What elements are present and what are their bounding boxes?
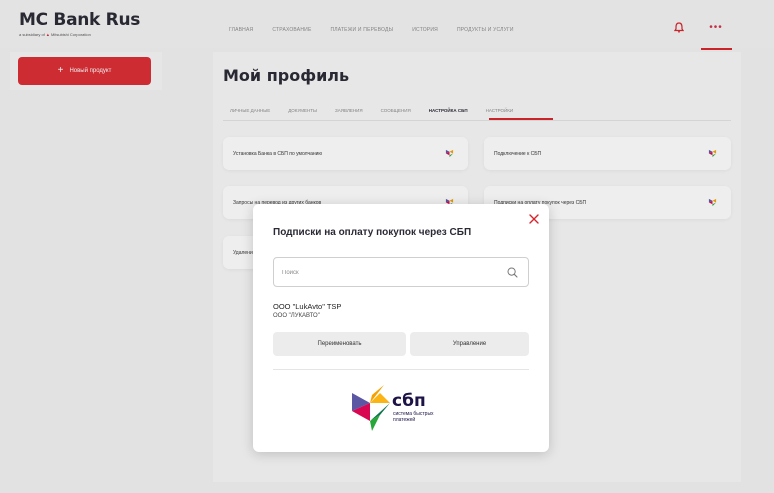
rename-button[interactable]: Переименовать bbox=[273, 332, 406, 356]
sbp-logo: сбп система быстрых платежей bbox=[352, 385, 434, 431]
search-input[interactable] bbox=[282, 266, 482, 280]
sbp-logo-sub2: платежей bbox=[393, 416, 415, 423]
manage-button[interactable]: Управление bbox=[410, 332, 529, 356]
search-icon[interactable] bbox=[507, 267, 518, 278]
modal-divider bbox=[273, 369, 529, 370]
merchant-name: OOO "LukAvto" TSP bbox=[273, 302, 342, 311]
search-box bbox=[273, 257, 529, 287]
close-icon[interactable] bbox=[528, 213, 540, 225]
merchant-legal-name: ООО "ЛУКАВТО" bbox=[273, 313, 320, 319]
sbp-logo-text: сбп bbox=[392, 391, 426, 411]
modal-title: Подписки на оплату покупок через СБП bbox=[273, 227, 472, 238]
